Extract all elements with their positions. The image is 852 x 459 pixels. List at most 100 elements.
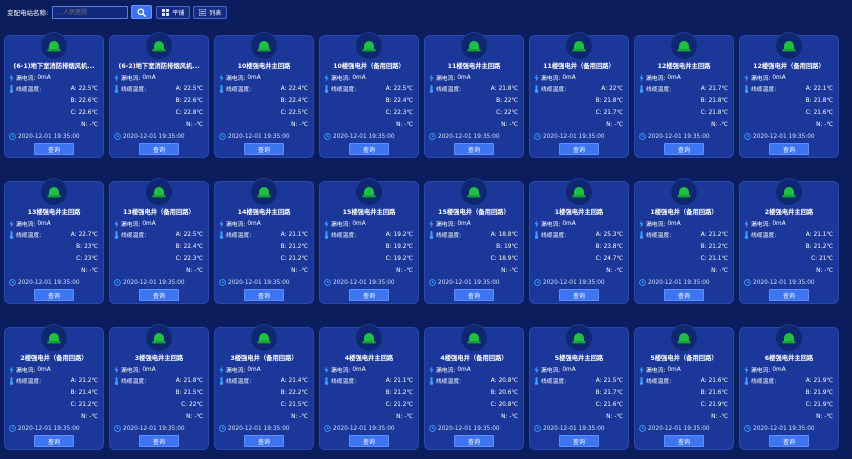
card-title: 10楼强电井（备用回路） [333,63,405,70]
tile-view-button[interactable]: 平铺 [156,5,191,19]
leak-value: 0mA [352,74,366,81]
query-button[interactable]: 查询 [349,143,389,155]
cable-temp-row: 线缆温度: A: 25.3℃ [534,230,623,239]
query-button[interactable]: 查询 [349,289,389,301]
query-button[interactable]: 查询 [664,143,704,155]
query-button[interactable]: 查询 [769,435,809,447]
leak-label: 漏电流: [226,76,246,82]
green-dome-status-icon [572,333,586,344]
query-button[interactable]: 查询 [34,289,74,301]
leak-label: 漏电流: [646,222,666,228]
leak-current-row: 漏电流: 0mA [744,219,786,228]
query-button[interactable]: 查询 [559,289,599,301]
query-button[interactable]: 查询 [454,435,494,447]
status-indicator [566,325,592,351]
leak-label: 漏电流: [121,222,141,228]
thermometer-icon [114,230,119,239]
phase-n-label: N: [396,267,403,274]
leak-current-row: 漏电流: 0mA [219,219,261,228]
status-indicator [251,179,277,205]
phase-b-label: B: [280,243,287,250]
phase-c-row: C: 22℃ [181,400,203,409]
phase-a-label: A: [595,231,602,238]
query-button[interactable]: 查询 [244,143,284,155]
query-button[interactable]: 查询 [244,289,284,301]
query-button[interactable]: 查询 [664,289,704,301]
phase-b-label: B: [700,389,707,396]
query-button[interactable]: 查询 [559,143,599,155]
card-title: 3楼强电井（备用回路） [230,355,298,362]
site-name-input[interactable] [52,5,129,19]
phase-b-row: B: 22℃ [496,96,518,105]
card-title: 13楼强电井（备用回路） [123,209,195,216]
query-button[interactable]: 查询 [34,143,74,155]
lightning-bolt-icon [639,73,644,82]
query-button[interactable]: 查询 [559,435,599,447]
clock-icon [534,279,541,286]
query-button[interactable]: 查询 [769,289,809,301]
leak-value: 0mA [772,74,786,81]
timestamp: 2020-12-01 19:35:00 [228,133,290,140]
phase-b-row: B: 22.4℃ [281,96,308,105]
phase-c-value: 21.2℃ [393,401,413,408]
thermometer-icon [534,84,539,93]
leak-label: 漏电流: [751,368,771,374]
clock-icon [744,279,751,286]
cable-temp-row: 线缆温度: A: 20.8℃ [429,376,518,385]
monitor-card: 13楼强电井主回路 漏电流: 0mA 线缆温度: A: 22.7℃ B: 23℃… [4,179,104,304]
phase-a-value: 19.2℃ [393,231,413,238]
leak-current-row: 漏电流: 0mA [324,365,366,374]
leak-value: 0mA [247,74,261,81]
phase-c-label: C: [595,109,602,116]
thermometer-icon [639,376,644,385]
query-button[interactable]: 查询 [139,435,179,447]
query-button[interactable]: 查询 [769,143,809,155]
phase-n-label: N: [711,413,718,420]
temp-label: 线缆温度: [16,233,42,239]
thermometer-icon [429,230,434,239]
query-button[interactable]: 查询 [664,435,704,447]
query-button[interactable]: 查询 [454,289,494,301]
query-button[interactable]: 查询 [349,435,389,447]
list-view-button[interactable]: 列表 [193,5,228,19]
timestamp: 2020-12-01 19:35:00 [123,425,185,432]
query-button[interactable]: 查询 [139,289,179,301]
timestamp: 2020-12-01 19:35:00 [333,425,395,432]
cable-temp-row: 线缆温度: A: 18.8℃ [429,230,518,239]
search-button[interactable] [131,5,153,19]
leak-label: 漏电流: [541,222,561,228]
query-button[interactable]: 查询 [139,143,179,155]
query-button[interactable]: 查询 [244,435,284,447]
query-button[interactable]: 查询 [34,435,74,447]
lightning-bolt-icon [744,73,749,82]
leak-label: 漏电流: [541,76,561,82]
phase-c-value: 21.1℃ [708,255,728,262]
phase-b-label: B: [805,389,812,396]
phase-n-row: N: -℃ [186,412,203,421]
timestamp-row: 2020-12-01 19:35:00 [534,278,605,287]
phase-n-row: N: -℃ [81,266,98,275]
phase-b-value: 21.9℃ [813,389,833,396]
timestamp-row: 2020-12-01 19:35:00 [639,424,710,433]
leak-label: 漏电流: [751,76,771,82]
status-indicator [566,33,592,59]
clock-icon [219,425,226,432]
phase-n-label: N: [186,267,193,274]
phase-b-row: B: 21.6℃ [701,388,728,397]
clock-icon [744,133,751,140]
phase-a-label: A: [700,85,707,92]
phase-b-row: B: 23℃ [76,242,98,251]
phase-c-row: C: 21.9℃ [701,400,728,409]
phase-a-label: A: [385,377,392,384]
phase-c-label: C: [595,255,602,262]
clock-icon [429,425,436,432]
temp-label: 线缆温度: [436,87,462,93]
query-button[interactable]: 查询 [454,143,494,155]
phase-a-value: 21.6℃ [708,377,728,384]
phase-b-row: B: 21.2℃ [386,388,413,397]
leak-label: 漏电流: [16,222,36,228]
card-title: 13楼强电井主回路 [27,209,81,216]
phase-b-value: 23.8℃ [603,243,623,250]
timestamp: 2020-12-01 19:35:00 [648,133,710,140]
leak-label: 漏电流: [331,222,351,228]
